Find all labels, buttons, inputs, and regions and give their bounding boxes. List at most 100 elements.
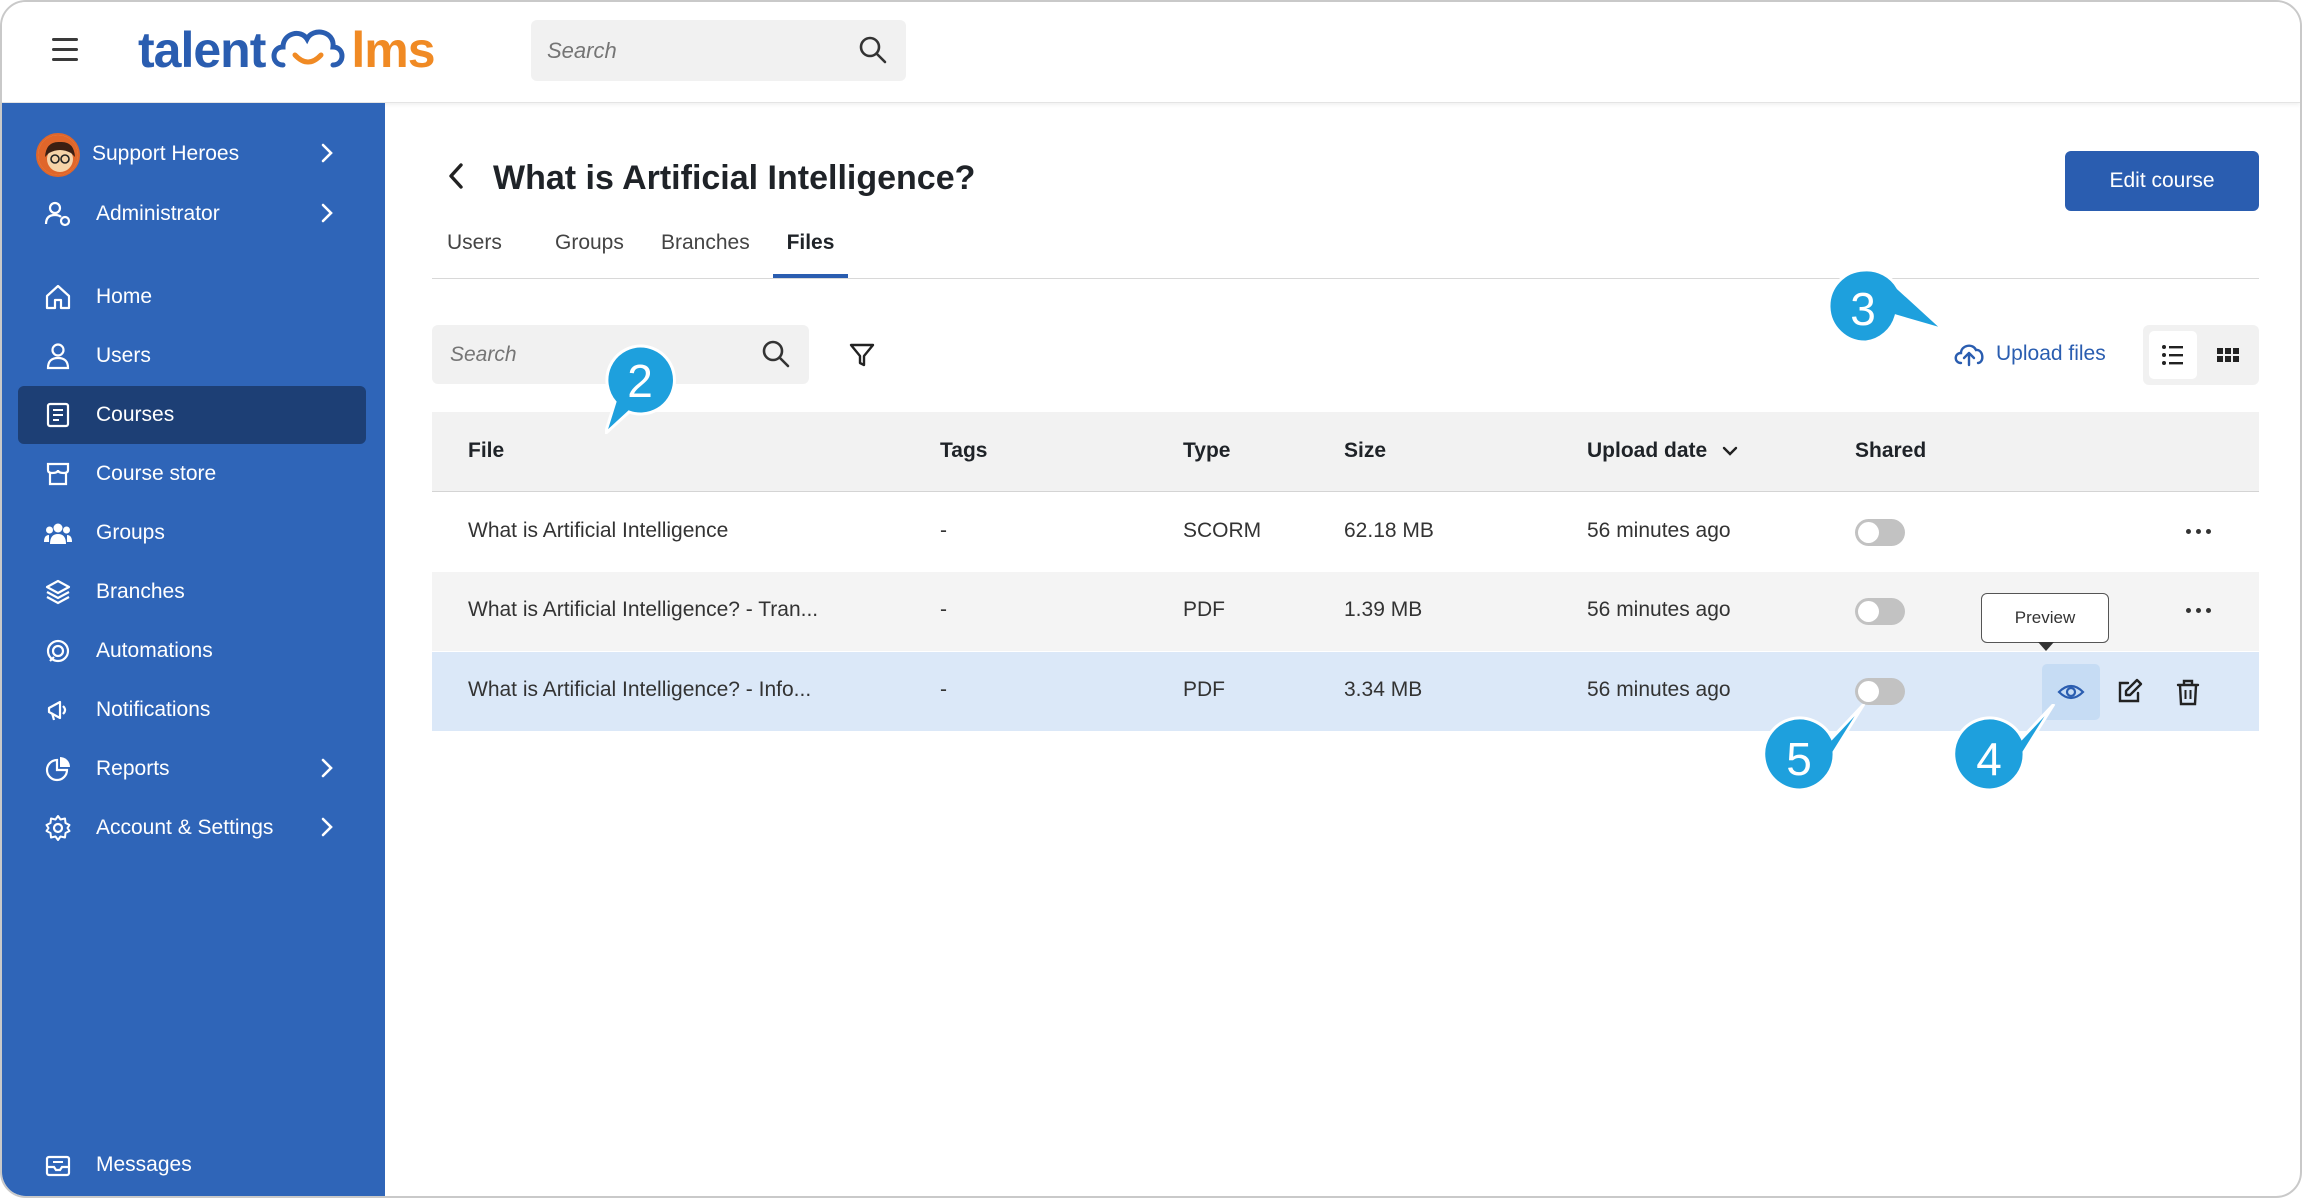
tab-files[interactable]: Files (773, 231, 848, 278)
more-options-icon[interactable] (2178, 511, 2218, 551)
file-size: 1.39 MB (1344, 598, 1423, 621)
courses-icon (46, 402, 70, 428)
upload-files-label: Upload files (1996, 342, 2106, 365)
column-header-file[interactable]: File (468, 439, 504, 463)
file-type: PDF (1183, 678, 1225, 701)
column-header-upload-date[interactable]: Upload date (1587, 439, 1739, 463)
file-tags: - (940, 678, 947, 701)
global-search-input[interactable] (547, 20, 847, 81)
column-header-shared: Shared (1855, 439, 1927, 462)
sidebar-item-notifications[interactable]: Notifications (18, 681, 366, 739)
chevron-right-icon (321, 817, 333, 837)
files-table-header: File Tags Type Size Upload date Shared (432, 412, 2259, 492)
app-window: talent lms Support Heroes Administrator (0, 0, 2302, 1198)
shared-toggle[interactable] (1855, 678, 1905, 705)
top-bar: talent lms (2, 2, 2300, 103)
tab-bar: Users Groups Branches Files (432, 223, 2259, 279)
sidebar-item-reports[interactable]: Reports (18, 740, 366, 798)
callout-marker-3: 3 (1826, 268, 1946, 358)
talentlms-logo[interactable]: talent lms (138, 20, 436, 80)
sidebar-item-branches[interactable]: Branches (18, 563, 366, 621)
tab-users[interactable]: Users (447, 231, 502, 278)
tab-groups[interactable]: Groups (555, 231, 624, 278)
shared-toggle[interactable] (1855, 519, 1905, 546)
callout-number: 4 (1976, 733, 2002, 785)
groups-icon (44, 523, 72, 544)
settings-icon (45, 815, 71, 841)
grid-view-icon (2217, 348, 2239, 362)
more-options-icon[interactable] (2178, 590, 2218, 630)
view-toggle (2143, 325, 2259, 385)
sidebar-item-label: Support Heroes (92, 142, 240, 165)
shared-toggle[interactable] (1855, 598, 1905, 625)
sort-down-icon (1722, 446, 1738, 456)
sidebar-item-label: Groups (96, 521, 165, 544)
sidebar-item-label: Courses (96, 403, 175, 426)
sidebar-item-administrator[interactable]: Administrator (18, 185, 366, 243)
sidebar-item-course-store[interactable]: Course store (18, 445, 366, 503)
preview-tooltip: Preview (1981, 593, 2109, 651)
sidebar-item-home[interactable]: Home (18, 268, 366, 326)
back-arrow-icon[interactable] (445, 161, 467, 191)
page-title: What is Artificial Intelligence? (493, 159, 976, 197)
file-name[interactable]: What is Artificial Intelligence (468, 519, 728, 543)
files-search-input[interactable] (450, 325, 750, 384)
sidebar-item-label: Home (96, 285, 153, 308)
sidebar-item-label: Course store (96, 462, 217, 485)
sidebar-item-label: Reports (96, 757, 170, 780)
avatar (36, 133, 80, 177)
file-type: PDF (1183, 598, 1225, 621)
eye-icon (2057, 684, 2085, 700)
file-name[interactable]: What is Artificial Intelligence? - Info.… (468, 678, 811, 702)
sidebar-item-label: Users (96, 344, 151, 367)
edit-icon (2118, 678, 2143, 703)
sidebar-item-label: Administrator (96, 202, 220, 225)
menu-icon[interactable] (52, 38, 78, 62)
notifications-icon (47, 700, 67, 721)
sidebar-item-account-switcher[interactable]: Support Heroes (18, 125, 366, 183)
file-tags: - (940, 598, 947, 621)
column-header-tags: Tags (940, 439, 988, 462)
sidebar-item-label: Account & Settings (96, 816, 274, 839)
sidebar-item-users[interactable]: Users (18, 327, 366, 385)
store-icon (46, 462, 70, 486)
sidebar-item-label: Branches (96, 580, 185, 603)
callout-marker-4: 4 (1950, 704, 2056, 804)
edit-course-button[interactable]: Edit course (2065, 151, 2259, 211)
messages-icon (45, 1155, 71, 1177)
sidebar-item-account-settings[interactable]: Account & Settings (18, 799, 366, 857)
cloud-logo-icon (271, 29, 345, 68)
edit-button[interactable] (2100, 664, 2158, 720)
user-cog-icon (44, 201, 71, 227)
file-size: 3.34 MB (1344, 678, 1423, 701)
file-name[interactable]: What is Artificial Intelligence? - Tran.… (468, 598, 818, 622)
list-view-button[interactable] (2149, 331, 2197, 379)
sidebar-item-automations[interactable]: Automations (18, 622, 366, 680)
user-icon (46, 343, 70, 370)
list-view-icon (2162, 345, 2183, 365)
reports-icon (45, 757, 70, 782)
chevron-right-icon (321, 203, 333, 223)
search-icon[interactable] (761, 339, 791, 369)
column-header-label: Upload date (1587, 439, 1708, 462)
upload-files-button[interactable]: Upload files (1952, 340, 2106, 368)
column-header-type: Type (1183, 439, 1231, 462)
file-tags: - (940, 519, 947, 542)
sidebar-item-groups[interactable]: Groups (18, 504, 366, 562)
sidebar-item-messages[interactable]: Messages (18, 1136, 366, 1194)
file-upload-date: 56 minutes ago (1587, 519, 1731, 542)
filter-icon[interactable] (848, 341, 876, 369)
tab-branches[interactable]: Branches (661, 231, 750, 278)
cloud-upload-icon (1954, 344, 1984, 367)
file-upload-date: 56 minutes ago (1587, 598, 1731, 621)
callout-number: 5 (1786, 733, 1812, 785)
callout-marker-2: 2 (605, 344, 695, 434)
trash-icon (2176, 679, 2200, 706)
sidebar: Support Heroes Administrator Home Users … (2, 103, 385, 1196)
table-row[interactable]: What is Artificial Intelligence - SCORM … (432, 493, 2259, 572)
grid-view-button[interactable] (2205, 331, 2253, 379)
sidebar-item-courses[interactable]: Courses (18, 386, 366, 444)
delete-button[interactable] (2159, 664, 2217, 720)
callout-number: 2 (627, 355, 653, 407)
search-icon[interactable] (858, 35, 888, 65)
